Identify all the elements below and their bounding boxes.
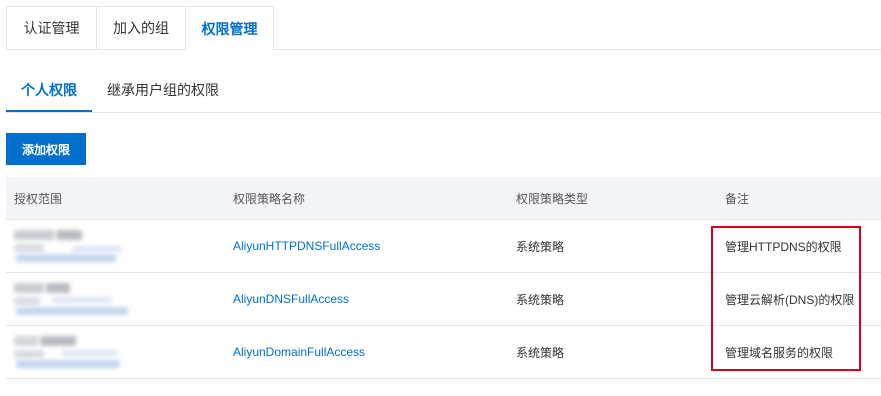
policy-type: 系统策略 (516, 292, 565, 307)
redacted-scope (12, 332, 132, 372)
tab-authentication[interactable]: 认证管理 (6, 6, 96, 50)
redacted-scope (12, 226, 132, 266)
column-header-note: 备注 (725, 191, 750, 206)
tab-joined-groups[interactable]: 加入的组 (96, 6, 185, 50)
tab-personal-permissions[interactable]: 个人权限 (6, 70, 92, 112)
column-header-scope: 授权范围 (14, 191, 63, 206)
tab-inherited-group-permissions[interactable]: 继承用户组的权限 (107, 70, 219, 112)
policy-link[interactable]: AliyunHTTPDNSFullAccess (233, 239, 380, 253)
top-tab-divider (273, 49, 881, 50)
table-header: 授权范围 权限策略名称 权限策略类型 备注 (6, 177, 881, 220)
sub-tab-divider (6, 112, 881, 113)
column-header-policy-type: 权限策略类型 (516, 191, 589, 206)
redacted-scope (12, 279, 132, 319)
sub-tab-bar: 个人权限 继承用户组的权限 (6, 70, 219, 112)
add-permission-button[interactable]: 添加权限 (6, 133, 86, 165)
top-tab-bar: 认证管理 加入的组 权限管理 (6, 6, 274, 51)
policy-link[interactable]: AliyunDNSFullAccess (233, 292, 349, 306)
highlight-box (711, 226, 861, 371)
policy-type: 系统策略 (516, 345, 565, 360)
tab-permission-management[interactable]: 权限管理 (185, 6, 274, 51)
policy-link[interactable]: AliyunDomainFullAccess (233, 345, 365, 359)
policy-type: 系统策略 (516, 239, 565, 254)
column-header-policy-name: 权限策略名称 (233, 191, 306, 206)
